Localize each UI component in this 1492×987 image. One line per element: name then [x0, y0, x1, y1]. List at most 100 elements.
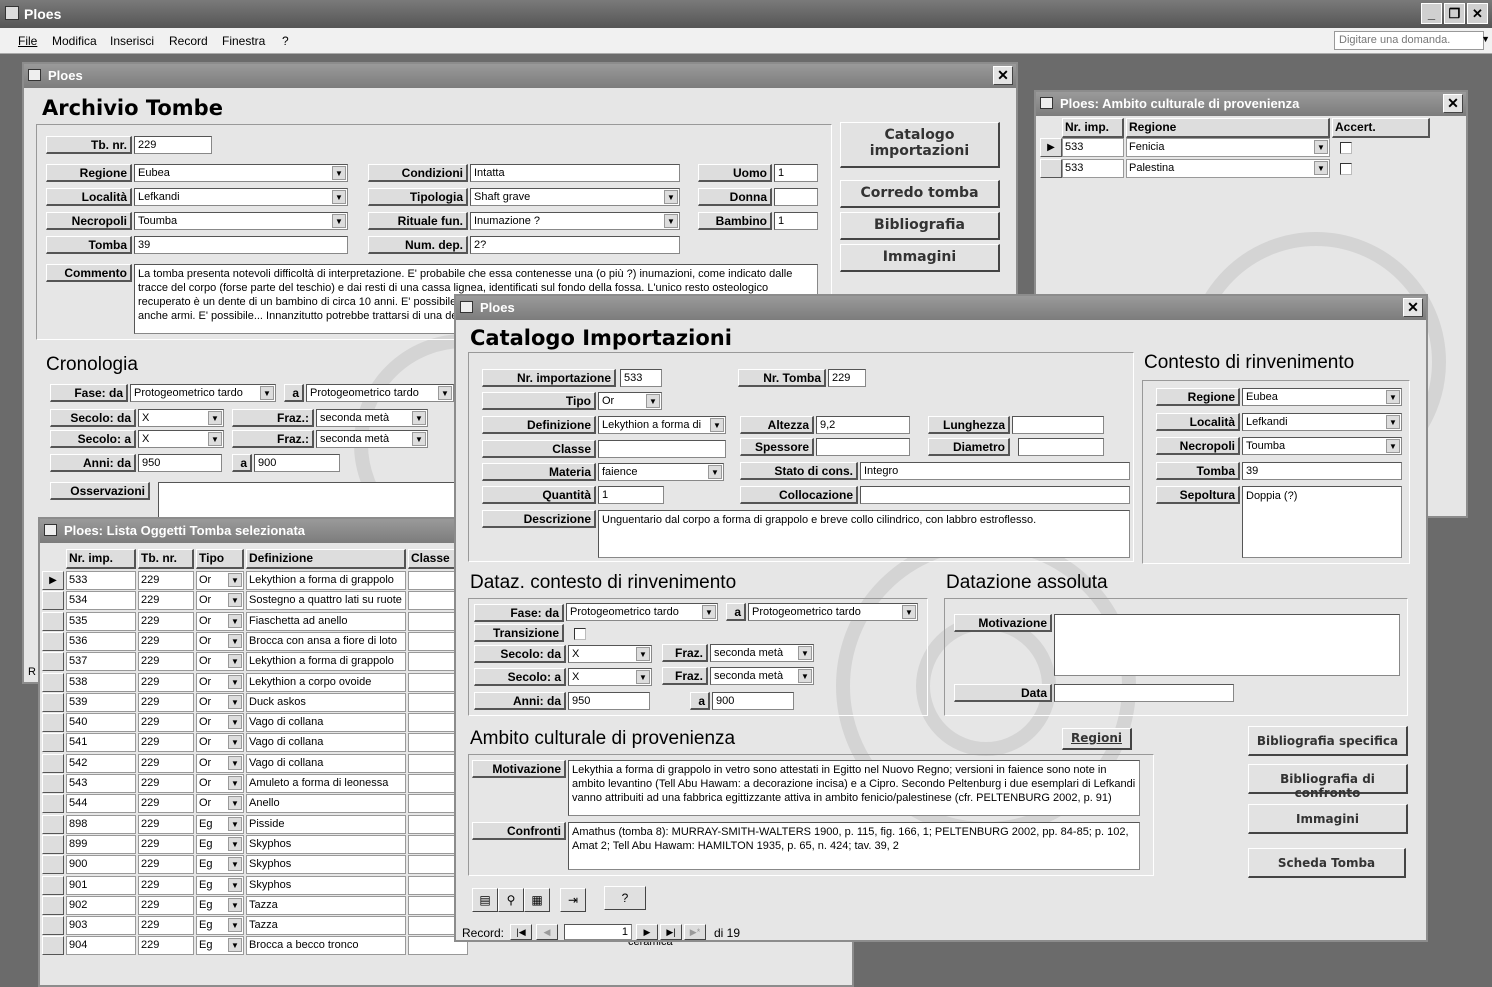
definizione-cell[interactable]: Skyphos	[246, 834, 406, 854]
chevron-down-icon[interactable]: ▼	[412, 432, 426, 446]
donna-field[interactable]	[774, 188, 818, 206]
nr-imp-cell[interactable]: 543	[66, 774, 136, 793]
chevron-down-icon[interactable]: ▼	[208, 411, 222, 425]
tb-nr-cell[interactable]: 229	[138, 774, 194, 793]
nr-imp-cell[interactable]: 903	[66, 916, 136, 936]
record-selector[interactable]	[42, 733, 64, 753]
nr-imp-cell[interactable]: 540	[66, 713, 136, 733]
regioni-button[interactable]: Regioni	[1062, 728, 1132, 750]
tb-nr-cell[interactable]: 229	[138, 652, 194, 672]
first-record-icon[interactable]: |◀	[510, 924, 532, 940]
anni-da-field[interactable]: 950	[568, 692, 650, 710]
record-selector[interactable]	[42, 794, 64, 814]
tipo-cell[interactable]: Or ▼	[196, 571, 244, 590]
prev-record-icon[interactable]: ◀	[536, 924, 558, 940]
immagini-button[interactable]: Immagini	[1248, 804, 1408, 834]
chevron-down-icon[interactable]: ▼	[228, 674, 242, 689]
menu-record[interactable]: Record	[169, 34, 208, 48]
menu-modifica[interactable]: Modifica	[52, 34, 97, 48]
confronti-textarea[interactable]: Amathus (tomba 8): MURRAY-SMITH-WALTERS …	[568, 822, 1140, 870]
fase-a-select[interactable]: Protogeometrico tardo ▼	[306, 384, 454, 402]
nr-imp-cell[interactable]: 542	[66, 753, 136, 773]
tipo-cell[interactable]: Or ▼	[196, 611, 244, 631]
condizioni-field[interactable]: Intatta	[470, 164, 680, 182]
close-icon[interactable]: ✕	[993, 66, 1013, 85]
nr-imp-cell[interactable]: 538	[66, 672, 136, 692]
tipo-cell[interactable]: Or ▼	[196, 794, 244, 814]
chevron-down-icon[interactable]: ▼	[1314, 140, 1328, 154]
next-record-icon[interactable]: ▶	[636, 924, 658, 940]
chevron-down-icon[interactable]: ▼	[702, 605, 716, 619]
col-definizione[interactable]: Definizione	[246, 549, 406, 569]
tipo-cell[interactable]: Or ▼	[196, 672, 244, 692]
definizione-cell[interactable]: Fiaschetta ad anello	[246, 611, 406, 631]
catalogo-importazioni-button[interactable]: Catalogo importazioni	[840, 122, 1000, 168]
stato-field[interactable]: Integro	[860, 462, 1130, 480]
chevron-down-icon[interactable]: ▼	[636, 670, 650, 684]
close-icon[interactable]: ✕	[1443, 94, 1463, 113]
chevron-down-icon[interactable]: ▼	[1386, 415, 1400, 429]
definizione-cell[interactable]: Amuleto a forma di leonessa	[246, 774, 406, 793]
tipo-cell[interactable]: Eg ▼	[196, 875, 244, 895]
record-selector[interactable]	[42, 753, 64, 773]
necropoli-select[interactable]: Toumba ▼	[134, 212, 348, 230]
quantita-field[interactable]: 1	[598, 486, 664, 504]
close-icon[interactable]: ✕	[1403, 298, 1423, 317]
definizione-cell[interactable]: Vago di collana	[246, 733, 406, 753]
chevron-down-icon[interactable]: ▼	[228, 918, 242, 933]
chevron-down-icon[interactable]: ▼	[1386, 390, 1400, 404]
nr-imp-cell[interactable]: 536	[66, 631, 136, 651]
ambito-regione-cell[interactable]: Palestina ▼	[1126, 159, 1330, 178]
ask-dropdown-icon[interactable]: ▼	[1481, 34, 1490, 44]
collocazione-field[interactable]	[860, 486, 1130, 504]
menu-finestra[interactable]: Finestra	[222, 34, 265, 48]
col-regione[interactable]: Regione	[1126, 118, 1330, 138]
menu-file[interactable]: File	[18, 34, 37, 48]
definizione-cell[interactable]: Skyphos	[246, 855, 406, 875]
ambito-nr-cell[interactable]: 533	[1062, 159, 1124, 178]
nr-imp-cell[interactable]: 544	[66, 794, 136, 814]
scheda-tomba-button[interactable]: Scheda Tomba	[1248, 848, 1406, 878]
chevron-down-icon[interactable]: ▼	[1314, 161, 1328, 175]
tipo-cell[interactable]: Eg ▼	[196, 916, 244, 936]
tipologia-select[interactable]: Shaft grave ▼	[470, 188, 680, 206]
minimize-icon[interactable]: _	[1421, 3, 1442, 24]
chevron-down-icon[interactable]: ▼	[228, 836, 242, 851]
menu-help[interactable]: ?	[282, 34, 289, 48]
help-icon[interactable]: ?	[604, 886, 646, 910]
chevron-down-icon[interactable]: ▼	[438, 386, 452, 400]
tb-nr-cell[interactable]: 229	[138, 875, 194, 895]
chevron-down-icon[interactable]: ▼	[1386, 439, 1400, 453]
chevron-down-icon[interactable]: ▼	[228, 573, 242, 587]
secolo-da-select[interactable]: X ▼	[138, 409, 224, 427]
descrizione-textarea[interactable]: Unguentario dal corpo a forma di grappol…	[598, 510, 1130, 558]
record-selector[interactable]: ▶	[42, 571, 64, 590]
ambito-nr-cell[interactable]: 533	[1062, 138, 1124, 157]
nr-imp-cell[interactable]: 900	[66, 855, 136, 875]
tb-nr-cell[interactable]: 229	[138, 814, 194, 834]
data-field[interactable]	[1054, 684, 1234, 702]
chevron-down-icon[interactable]: ▼	[228, 735, 242, 750]
record-number-field[interactable]: 1	[564, 924, 632, 940]
contesto-localita-select[interactable]: Lefkandi ▼	[1242, 413, 1402, 431]
tb-nr-cell[interactable]: 229	[138, 753, 194, 773]
tipo-cell[interactable]: Or ▼	[196, 753, 244, 773]
tb-nr-cell[interactable]: 229	[138, 794, 194, 814]
nr-imp-cell[interactable]: 533	[66, 571, 136, 590]
nr-imp-cell[interactable]: 534	[66, 591, 136, 611]
tb-nr-cell[interactable]: 229	[138, 631, 194, 651]
classe-field[interactable]	[598, 440, 726, 458]
chevron-down-icon[interactable]: ▼	[646, 394, 660, 408]
anni-da-field[interactable]: 950	[138, 454, 222, 472]
secolo-a-select[interactable]: X ▼	[568, 668, 652, 686]
nr-imp-cell[interactable]: 899	[66, 834, 136, 854]
nr-imp-cell[interactable]: 902	[66, 895, 136, 915]
definizione-cell[interactable]: Pisside	[246, 814, 406, 834]
nr-imp-cell[interactable]: 539	[66, 692, 136, 712]
chevron-down-icon[interactable]: ▼	[228, 796, 242, 811]
definizione-cell[interactable]: Vago di collana	[246, 713, 406, 733]
col-nr-imp[interactable]: Nr. imp.	[1062, 118, 1124, 138]
definizione-cell[interactable]: Lekythion a forma di grappolo	[246, 652, 406, 672]
contesto-necropoli-select[interactable]: Toumba ▼	[1242, 437, 1402, 455]
definizione-cell[interactable]: Brocca a becco tronco	[246, 936, 406, 956]
